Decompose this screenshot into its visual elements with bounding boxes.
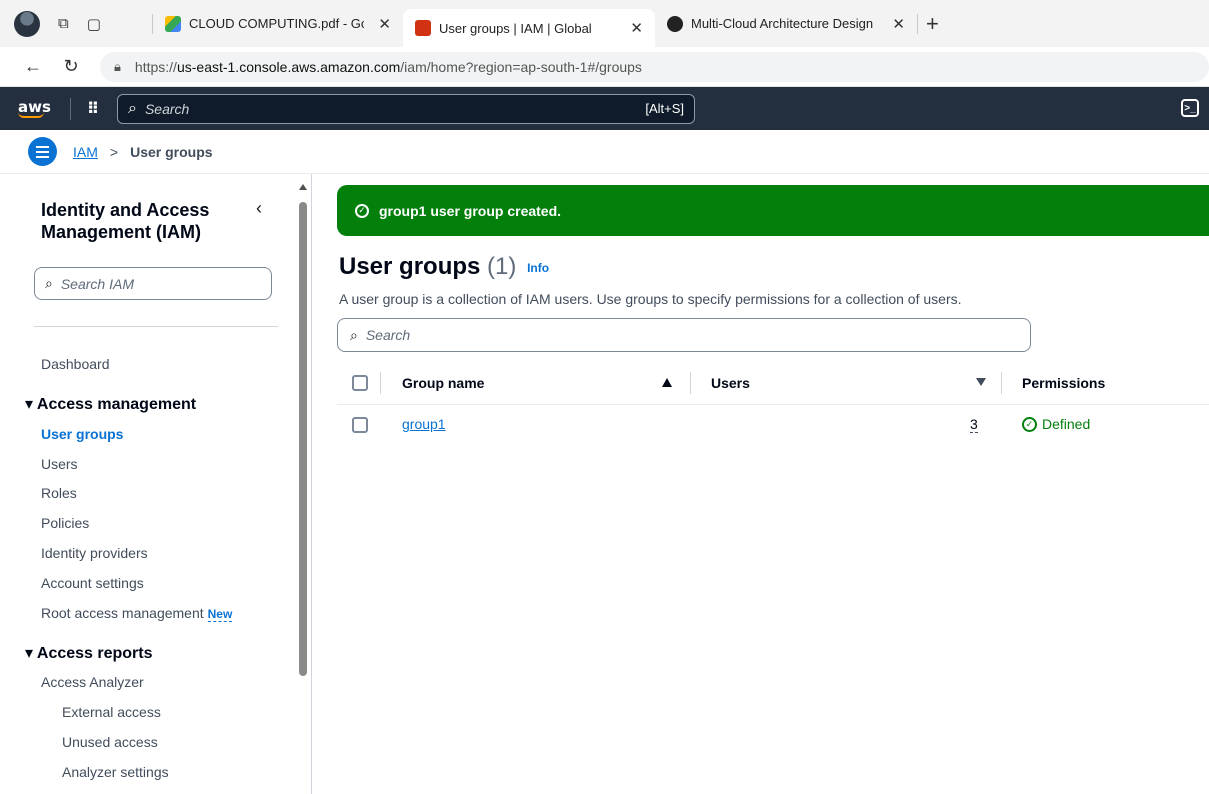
breadcrumb-current: User groups xyxy=(130,143,213,160)
check-circle-icon: ✓ xyxy=(355,203,369,218)
aws-top-nav: aws ⠿ ⌕ Search [Alt+S] >_ xyxy=(0,87,1209,130)
new-badge: New xyxy=(207,607,233,622)
sort-descending-icon[interactable] xyxy=(976,378,986,386)
sidebar-item-account-settings[interactable]: Account settings xyxy=(41,575,144,591)
breadcrumb-iam-link[interactable]: IAM xyxy=(73,144,98,160)
group-name-link[interactable]: group1 xyxy=(402,416,446,432)
browser-tab-strip: ⧉ ▢ CLOUD COMPUTING.pdf - Google ✕ User … xyxy=(0,0,1209,47)
tab-actions-icon[interactable]: ▢ xyxy=(87,15,101,33)
search-iam-placeholder: Search IAM xyxy=(60,275,134,292)
tab-title: Multi-Cloud Architecture Design xyxy=(691,16,874,31)
close-icon[interactable]: ✕ xyxy=(630,19,643,37)
search-icon: ⌕ xyxy=(45,275,53,291)
sidebar-item-analyzer-settings[interactable]: Analyzer settings xyxy=(62,764,169,780)
search-icon: ⌕ xyxy=(350,326,358,343)
sidebar-item-policies[interactable]: Policies xyxy=(41,515,89,531)
caret-down-icon: ▾ xyxy=(25,396,37,413)
section-label: Access reports xyxy=(36,645,153,662)
console-search-placeholder: Search xyxy=(144,100,190,117)
nav-separator xyxy=(70,97,71,120)
sidebar-item-user-groups[interactable]: User groups xyxy=(41,426,123,442)
scroll-up-arrow-icon[interactable] xyxy=(299,184,307,190)
url-host: us-east-1.console.aws.amazon.com xyxy=(176,58,401,75)
address-bar: ← ↻ 🔒︎ https://us-east-1.console.aws.ama… xyxy=(0,47,1209,87)
site-info-icon[interactable]: 🔒︎ xyxy=(114,59,121,75)
console-search-input[interactable]: ⌕ Search [Alt+S] xyxy=(117,93,695,124)
chevron-right-icon: > xyxy=(109,143,119,160)
google-drive-icon xyxy=(165,15,181,32)
permissions-label: Defined xyxy=(1042,416,1091,432)
url-field[interactable]: 🔒︎ https://us-east-1.console.aws.amazon.… xyxy=(100,51,1209,82)
close-icon[interactable]: ✕ xyxy=(378,15,391,33)
sidebar-scrollbar[interactable] xyxy=(299,184,308,784)
section-label: Access management xyxy=(36,396,197,413)
check-circle-icon: ✓ xyxy=(1022,416,1037,432)
aws-logo-text: aws xyxy=(18,97,51,116)
page-description: A user group is a collection of IAM user… xyxy=(339,291,962,307)
group-count: (1) xyxy=(487,253,517,280)
column-separator xyxy=(690,372,691,394)
sidebar-divider xyxy=(34,326,278,327)
permissions-status: ✓ Defined xyxy=(1022,416,1090,432)
tab-title: User groups | IAM | Global xyxy=(439,20,592,36)
sidebar-item-roles[interactable]: Roles xyxy=(41,485,77,501)
sidebar-title: Identity and Access Management (IAM) xyxy=(41,200,210,242)
column-separator xyxy=(1001,372,1002,394)
close-icon[interactable]: ✕ xyxy=(892,15,905,33)
sidebar-item-access-analyzer[interactable]: Access Analyzer xyxy=(41,674,144,690)
sidebar-item-label: Root access management xyxy=(41,605,204,621)
url-path: /iam/home?region=ap-south-1#/groups xyxy=(400,58,642,75)
search-shortcut-hint: [Alt+S] xyxy=(645,101,684,116)
chatgpt-icon xyxy=(667,15,683,32)
sidebar-item-dashboard[interactable]: Dashboard xyxy=(41,356,110,372)
column-separator xyxy=(380,372,381,394)
menu-toggle-button[interactable] xyxy=(28,137,57,166)
column-header-permissions[interactable]: Permissions xyxy=(1022,375,1105,391)
tab-multi-cloud[interactable]: Multi-Cloud Architecture Design ✕ xyxy=(655,7,917,41)
workspaces-icon[interactable]: ⧉ xyxy=(58,15,69,32)
column-header-group-name[interactable]: Group name xyxy=(402,375,484,391)
search-icon: ⌕ xyxy=(128,99,137,117)
success-flashbar: ✓ group1 user group created. xyxy=(337,185,1209,236)
column-header-users[interactable]: Users xyxy=(711,375,750,391)
profile-avatar[interactable] xyxy=(14,10,40,37)
table-header-divider xyxy=(337,404,1209,405)
scroll-thumb[interactable] xyxy=(299,202,307,676)
page-title-text: User groups xyxy=(339,253,481,280)
caret-down-icon: ▾ xyxy=(25,645,37,662)
tab-title: CLOUD COMPUTING.pdf - Google xyxy=(189,16,364,31)
sidebar-section-access-reports[interactable]: ▾ Access reports xyxy=(25,643,153,663)
info-link[interactable]: Info xyxy=(527,261,549,275)
services-grid-icon[interactable]: ⠿ xyxy=(81,99,105,119)
back-arrow-icon[interactable]: ← xyxy=(14,56,52,77)
new-tab-button[interactable]: + xyxy=(918,11,947,37)
aws-logo[interactable]: aws xyxy=(0,97,60,118)
breadcrumb: IAM > User groups xyxy=(0,130,1209,174)
sidebar-item-external-access[interactable]: External access xyxy=(62,704,161,720)
aws-console-icon xyxy=(415,20,431,36)
table-search-placeholder: Search xyxy=(365,327,411,343)
users-count[interactable]: 3 xyxy=(970,416,978,433)
flash-message: group1 user group created. xyxy=(379,202,562,219)
sidebar-item-root-access[interactable]: Root access management New xyxy=(41,605,233,622)
hamburger-icon xyxy=(36,150,49,153)
sidebar-section-access-management[interactable]: ▾ Access management xyxy=(25,394,196,414)
sidebar-item-unused-access[interactable]: Unused access xyxy=(62,734,158,750)
page-title: User groups (1) Info xyxy=(339,253,549,281)
url-prefix: https:// xyxy=(134,58,177,75)
reload-icon[interactable]: ↻ xyxy=(52,56,90,77)
tab-cloud-computing-pdf[interactable]: CLOUD COMPUTING.pdf - Google ✕ xyxy=(153,7,403,41)
search-iam-input[interactable]: ⌕ Search IAM xyxy=(34,267,272,300)
sort-ascending-icon[interactable] xyxy=(662,378,672,387)
cloudshell-icon[interactable]: >_ xyxy=(1181,99,1199,117)
iam-sidebar: Identity and Access Management (IAM) ‹ ⌕… xyxy=(8,174,312,794)
sidebar-item-identity-providers[interactable]: Identity providers xyxy=(41,545,148,561)
select-all-checkbox[interactable] xyxy=(352,375,368,391)
row-checkbox[interactable] xyxy=(352,417,368,433)
table-search-input[interactable]: ⌕ Search xyxy=(337,318,1031,352)
collapse-sidebar-icon[interactable]: ‹ xyxy=(256,198,262,219)
tab-user-groups-iam[interactable]: User groups | IAM | Global ✕ xyxy=(403,9,655,47)
sidebar-item-users[interactable]: Users xyxy=(41,456,78,472)
tab-strip-left-icons: ⧉ ▢ xyxy=(0,10,152,37)
